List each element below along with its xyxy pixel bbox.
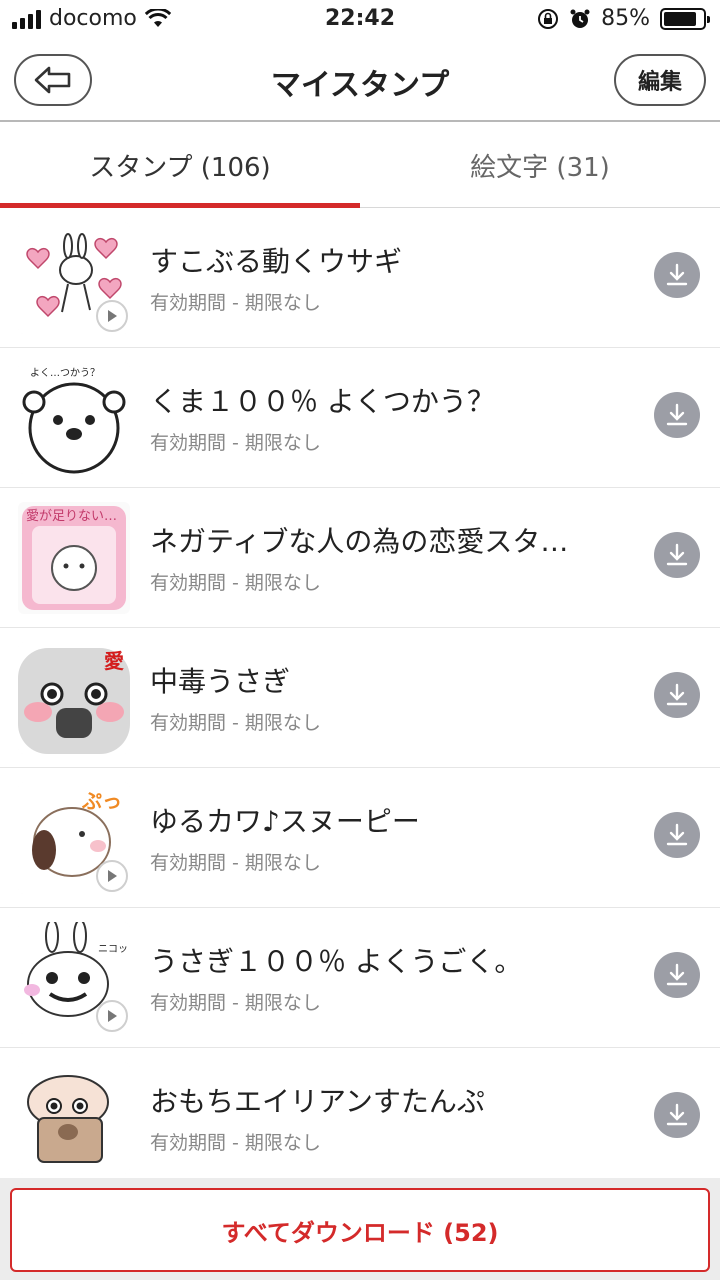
sticker-row[interactable]: ぷっ ゆるカワ♪スヌーピー 有効期間 - 期限なし [0,768,720,908]
tab-stickers[interactable]: スタンプ (106) [0,124,360,208]
sticker-title: くま１００％ よくつかう？ [150,385,495,418]
svg-text:愛が足りない…: 愛が足りない… [26,509,117,524]
sticker-validity: 有効期間 - 期限なし [150,292,321,314]
sticker-title: うさぎ１００％ よくうごく。 [150,945,523,978]
sticker-validity: 有効期間 - 期限なし [150,1132,321,1154]
sticker-validity: 有効期間 - 期限なし [150,992,321,1014]
sticker-title: ゆるカワ♪スヌーピー [150,805,420,838]
sticker-thumbnail: 愛が足りない… [18,501,130,614]
download-button[interactable] [654,672,700,718]
battery-percent: 85% [601,6,650,31]
download-icon [666,543,688,566]
footer-bar: すべてダウンロード (52) [0,1178,720,1280]
rotation-lock-icon [538,8,559,29]
download-icon [666,683,688,706]
tab-emoji[interactable]: 絵文字 (31) [360,124,720,207]
sticker-title: 中毒うさぎ [150,665,291,698]
sticker-title: おもちエイリアンすたんぷ [150,1085,485,1118]
sticker-row[interactable]: 愛が足りない… ネガティブな人の為の恋愛スタ… 有効期間 - 期限なし [0,488,720,628]
sticker-validity: 有効期間 - 期限なし [150,712,321,734]
sticker-title: ネガティブな人の為の恋愛スタ… [150,525,569,558]
download-icon [666,1103,688,1126]
sticker-row[interactable]: おもちエイリアンすたんぷ 有効期間 - 期限なし [0,1048,720,1188]
download-icon [666,403,688,426]
svg-text:よく…つかう？: よく…つかう？ [30,367,100,379]
sticker-row[interactable]: 愛 中毒うさぎ 有効期間 - 期限なし [0,628,720,768]
sticker-title: すこぶる動くウサギ [150,245,403,278]
download-icon [666,823,688,846]
sticker-validity: 有効期間 - 期限なし [150,852,321,874]
play-icon[interactable] [96,860,128,892]
sticker-row[interactable]: よく…つかう？ くま１００％ よくつかう？ 有効期間 - 期限なし [0,348,720,488]
tab-bar: スタンプ (106) 絵文字 (31) [0,124,720,208]
page-title: マイスタンプ [270,68,450,103]
sticker-list: すこぶる動くウサギ 有効期間 - 期限なし よく…つかう？ くま１００％ よくつ… [0,208,720,1188]
download-icon [666,263,688,286]
play-icon[interactable] [96,300,128,332]
navigation-bar: マイスタンプ 編集 [0,40,720,122]
download-all-button[interactable]: すべてダウンロード (52) [10,1188,710,1272]
alarm-icon [570,9,590,28]
download-button[interactable] [654,392,700,438]
svg-text:ニコッ: ニコッ [98,944,128,955]
sticker-row[interactable]: ニコッ うさぎ１００％ よくうごく。 有効期間 - 期限なし [0,908,720,1048]
sticker-thumbnail: 愛 [18,641,130,754]
download-button[interactable] [654,1092,700,1138]
download-button[interactable] [654,812,700,858]
download-button[interactable] [654,532,700,578]
sticker-row[interactable]: すこぶる動くウサギ 有効期間 - 期限なし [0,208,720,348]
sticker-validity: 有効期間 - 期限なし [150,572,321,594]
sticker-thumbnail: よく…つかう？ [18,361,130,474]
sticker-thumbnail [18,1061,130,1174]
download-icon [666,963,688,986]
svg-text:愛: 愛 [104,649,124,673]
status-bar: docomo 22:42 85% [0,0,720,40]
battery-icon [660,7,710,30]
download-button[interactable] [654,952,700,998]
download-button[interactable] [654,252,700,298]
status-right: 85% [537,6,710,31]
edit-button[interactable]: 編集 [614,54,706,106]
svg-text:ぷっ: ぷっ [81,789,122,813]
play-icon[interactable] [96,1000,128,1032]
sticker-validity: 有効期間 - 期限なし [150,432,321,454]
